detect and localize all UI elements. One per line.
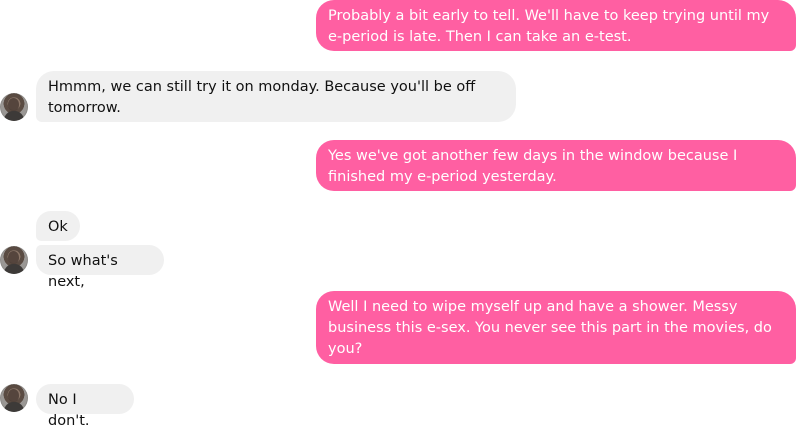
avatar-shirt — [4, 402, 24, 412]
avatar-shirt — [4, 111, 24, 121]
message-text: Ok — [48, 219, 68, 235]
message-incoming[interactable]: Ok — [36, 211, 80, 241]
message-incoming[interactable]: No I don't. — [36, 384, 134, 429]
contact-avatar-icon[interactable] — [0, 384, 28, 412]
avatar-face — [8, 98, 19, 111]
message-text: Well I need to wipe myself up and have a… — [328, 299, 772, 357]
message-incoming[interactable]: So what's next, — [36, 245, 164, 290]
message-incoming[interactable]: Hmmm, we can still try it on monday. Bec… — [36, 71, 516, 122]
message-outgoing[interactable]: Well I need to wipe myself up and have a… — [316, 291, 796, 364]
avatar-face — [8, 389, 19, 402]
message-text: No I don't. — [48, 392, 90, 429]
message-text: So what's next, — [48, 253, 118, 290]
contact-avatar-icon[interactable] — [0, 246, 28, 274]
avatar-face — [8, 251, 19, 264]
message-outgoing[interactable]: Probably a bit early to tell. We'll have… — [316, 0, 796, 51]
chat-thread: Probably a bit early to tell. We'll have… — [0, 0, 796, 429]
message-outgoing[interactable]: Yes we've got another few days in the wi… — [316, 140, 796, 191]
message-text: Yes we've got another few days in the wi… — [328, 148, 738, 185]
contact-avatar-icon[interactable] — [0, 93, 28, 121]
avatar-shirt — [4, 264, 24, 274]
message-text: Probably a bit early to tell. We'll have… — [328, 8, 770, 45]
message-text: Hmmm, we can still try it on monday. Bec… — [48, 79, 476, 116]
